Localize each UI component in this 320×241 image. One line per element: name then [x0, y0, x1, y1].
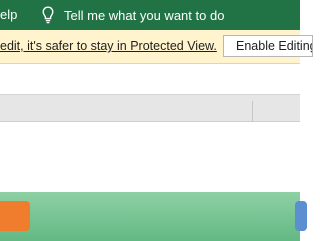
tab-help[interactable]: elp: [0, 8, 17, 22]
ribbon-bar: elp Tell me what you want to do: [0, 0, 300, 30]
protected-view-bar: edit, it's safer to stay in Protected Vi…: [0, 30, 313, 64]
taskbar: [0, 192, 307, 241]
taskbar-app-blue[interactable]: [295, 201, 307, 231]
protected-view-message: edit, it's safer to stay in Protected Vi…: [0, 39, 217, 53]
lightbulb-icon: [42, 6, 54, 24]
worksheet-grid[interactable]: [0, 122, 300, 192]
tell-me-search[interactable]: Tell me what you want to do: [42, 4, 224, 26]
enable-editing-button[interactable]: Enable Editing: [223, 35, 313, 57]
taskbar-app-orange[interactable]: [0, 201, 30, 231]
column-divider[interactable]: [252, 101, 253, 122]
column-header-row: [0, 94, 300, 122]
formula-bar-area: [0, 64, 300, 94]
tell-me-label: Tell me what you want to do: [64, 7, 225, 23]
